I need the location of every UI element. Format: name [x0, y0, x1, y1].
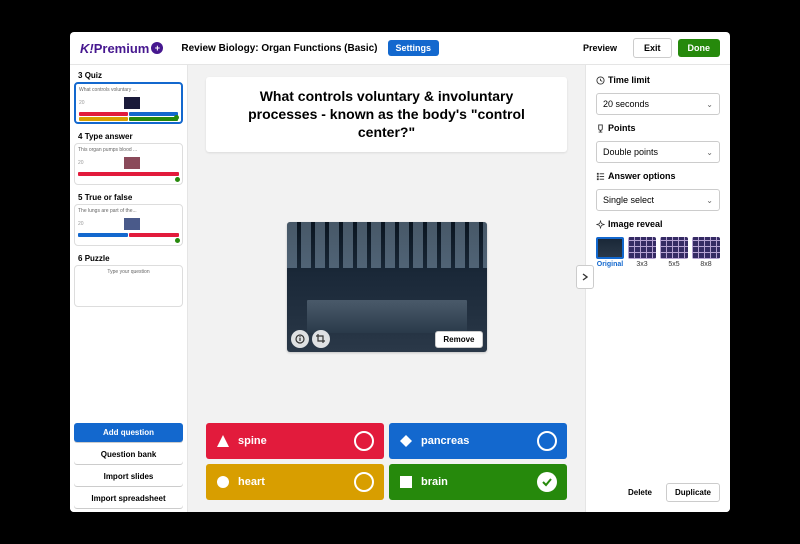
collapse-pane-button[interactable] — [576, 265, 594, 289]
answer-3[interactable]: heart — [206, 464, 384, 500]
image-info-icon[interactable] — [291, 330, 309, 348]
trophy-icon — [596, 124, 605, 133]
slide-thumb[interactable]: Type your question — [74, 265, 183, 307]
quiz-title[interactable]: Review Biology: Organ Functions (Basic) — [181, 43, 377, 54]
circle-icon — [216, 475, 230, 489]
answer-4[interactable]: brain — [389, 464, 567, 500]
list-icon — [596, 172, 605, 181]
logo-k-icon: K! — [80, 41, 94, 56]
answers-grid: spine pancreas heart brain — [206, 423, 567, 500]
answer-2[interactable]: pancreas — [389, 423, 567, 459]
slide-thumb[interactable]: The lungs are part of the... 20 — [74, 204, 183, 246]
sidebar: 3 Quiz What controls voluntary ... 20 4 … — [70, 65, 188, 512]
done-button[interactable]: Done — [678, 39, 721, 57]
image-reveal-options: Original 3x3 5x5 8x8 — [596, 237, 720, 268]
sparkle-icon — [596, 220, 605, 229]
diamond-icon — [399, 434, 413, 448]
answer-text[interactable]: brain — [421, 476, 448, 488]
chevron-down-icon: ⌄ — [706, 148, 713, 157]
question-bank-button[interactable]: Question bank — [74, 445, 183, 464]
reveal-3x3[interactable]: 3x3 — [628, 237, 656, 268]
correct-toggle[interactable] — [354, 472, 374, 492]
correct-toggle[interactable] — [354, 431, 374, 451]
points-label: Points — [596, 123, 720, 133]
import-spreadsheet-button[interactable]: Import spreadsheet — [74, 489, 183, 508]
preview-button[interactable]: Preview — [573, 39, 627, 57]
plus-icon: + — [151, 42, 163, 54]
triangle-icon — [216, 434, 230, 448]
slide-thumb[interactable]: What controls voluntary ... 20 — [74, 82, 183, 124]
status-dot-icon — [175, 238, 180, 243]
correct-toggle[interactable] — [537, 431, 557, 451]
chevron-down-icon: ⌄ — [706, 100, 713, 109]
slide-thumb[interactable]: This organ pumps blood ... 20 — [74, 143, 183, 185]
main-editor: What controls voluntary & involuntary pr… — [188, 65, 585, 512]
settings-pane: Time limit 20 seconds ⌄ Points Double po… — [585, 65, 730, 512]
pane-footer: Delete Duplicate — [596, 483, 720, 502]
square-icon — [399, 475, 413, 489]
clock-icon — [596, 76, 605, 85]
slide-item-6[interactable]: 6 Puzzle Type your question — [74, 252, 183, 307]
points-select[interactable]: Double points ⌄ — [596, 141, 720, 163]
exit-button[interactable]: Exit — [633, 38, 672, 58]
slides-list: 3 Quiz What controls voluntary ... 20 4 … — [70, 65, 187, 419]
delete-button[interactable]: Delete — [620, 483, 660, 502]
chevron-right-icon — [582, 273, 588, 281]
answer-options-label: Answer options — [596, 171, 720, 181]
slide-item-4[interactable]: 4 Type answer This organ pumps blood ...… — [74, 130, 183, 185]
chevron-down-icon: ⌄ — [706, 196, 713, 205]
settings-button[interactable]: Settings — [388, 40, 440, 56]
reveal-8x8[interactable]: 8x8 — [692, 237, 720, 268]
slide-item-3[interactable]: 3 Quiz What controls voluntary ... 20 — [74, 69, 183, 124]
header: K! Premium + Review Biology: Organ Funct… — [70, 32, 730, 65]
duplicate-button[interactable]: Duplicate — [666, 483, 720, 502]
logo-text: Premium — [94, 41, 150, 56]
reveal-original[interactable]: Original — [596, 237, 624, 268]
status-dot-icon — [174, 115, 179, 120]
slide-item-5[interactable]: 5 True or false The lungs are part of th… — [74, 191, 183, 246]
time-limit-label: Time limit — [596, 75, 720, 85]
remove-image-button[interactable]: Remove — [435, 331, 482, 348]
question-input[interactable]: What controls voluntary & involuntary pr… — [206, 77, 567, 152]
status-dot-icon — [175, 177, 180, 182]
time-limit-select[interactable]: 20 seconds ⌄ — [596, 93, 720, 115]
add-question-button[interactable]: Add question — [74, 423, 183, 442]
answer-text[interactable]: pancreas — [421, 435, 469, 447]
answer-options-select[interactable]: Single select ⌄ — [596, 189, 720, 211]
sidebar-actions: Add question Question bank Import slides… — [70, 419, 187, 512]
image-area: Remove — [206, 160, 567, 415]
reveal-5x5[interactable]: 5x5 — [660, 237, 688, 268]
question-image[interactable]: Remove — [287, 222, 487, 352]
answer-text[interactable]: spine — [238, 435, 267, 447]
image-crop-icon[interactable] — [312, 330, 330, 348]
correct-toggle[interactable] — [537, 472, 557, 492]
body: 3 Quiz What controls voluntary ... 20 4 … — [70, 65, 730, 512]
answer-text[interactable]: heart — [238, 476, 265, 488]
image-reveal-label: Image reveal — [596, 219, 720, 229]
logo: K! Premium + — [80, 41, 163, 56]
app-window: K! Premium + Review Biology: Organ Funct… — [70, 32, 730, 512]
import-slides-button[interactable]: Import slides — [74, 467, 183, 486]
answer-1[interactable]: spine — [206, 423, 384, 459]
